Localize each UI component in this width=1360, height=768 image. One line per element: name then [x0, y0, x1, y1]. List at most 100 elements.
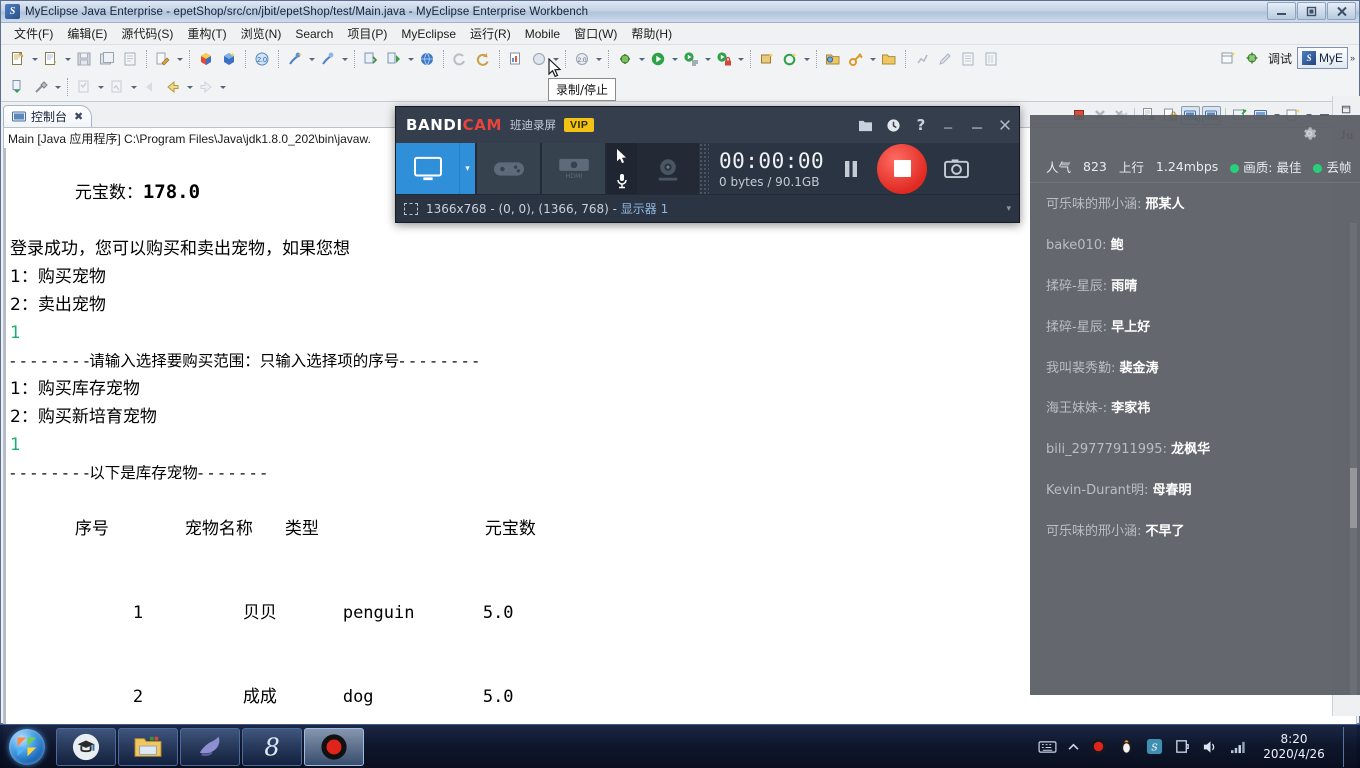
bandicam-target-bar[interactable]: 1366x768 - (0, 0), (1366, 768) - 显示器 1 ▾ [396, 194, 1019, 222]
volume-icon[interactable] [1202, 739, 1219, 755]
run-icon[interactable] [647, 48, 669, 70]
game-mode-button[interactable] [477, 143, 540, 194]
tab-close-icon[interactable]: ✖ [74, 110, 83, 123]
microphone-toggle-icon[interactable] [607, 169, 637, 195]
web-20-dropdown[interactable] [594, 48, 603, 70]
view-paragraph-icon[interactable] [980, 48, 1002, 70]
restore-button[interactable] [1297, 2, 1326, 20]
settings-gear-icon[interactable] [1301, 125, 1318, 142]
menu-file[interactable]: 文件(F) [7, 23, 60, 44]
target-area-dropdown[interactable]: ▾ [1006, 203, 1011, 214]
debug-run-icon[interactable] [614, 48, 636, 70]
run-config-dropdown[interactable] [406, 48, 415, 70]
run-dropdown[interactable] [670, 48, 679, 70]
back-arrow-icon[interactable] [162, 76, 184, 98]
minimize-button[interactable] [1267, 2, 1296, 20]
prev-annotation-dropdown[interactable] [129, 76, 138, 98]
camera-icon[interactable] [936, 143, 976, 194]
deploy-icon[interactable] [195, 48, 217, 70]
new-class-dropdown[interactable] [340, 48, 349, 70]
back-arrow-dropdown[interactable] [185, 76, 194, 98]
view-list-icon[interactable] [957, 48, 979, 70]
clock-icon[interactable] [885, 117, 901, 133]
build-dropdown[interactable] [175, 48, 184, 70]
power-plug-icon[interactable] [1174, 738, 1191, 755]
new-report-icon[interactable] [505, 48, 527, 70]
menu-mobile[interactable]: Mobile [518, 25, 567, 43]
new-package-icon[interactable] [756, 48, 778, 70]
tray-minimize-icon[interactable] [941, 117, 957, 133]
pencil-icon[interactable] [934, 48, 956, 70]
deploy-run-icon[interactable] [218, 48, 240, 70]
menu-window[interactable]: 窗口(W) [567, 23, 624, 44]
webcam-preview-button[interactable] [637, 143, 699, 194]
screen-mode-button[interactable] [396, 143, 459, 194]
menu-refactor[interactable]: 重构(T) [180, 23, 233, 44]
key-dropdown[interactable] [868, 48, 877, 70]
perspective-more-chevron[interactable]: » [1350, 53, 1355, 63]
taskbar-item-number-eight-app[interactable]: 8 [242, 727, 302, 766]
cursor-toggle-icon[interactable] [607, 143, 637, 169]
db-browser-icon[interactable] [528, 48, 550, 70]
taskbar-item-file-explorer[interactable] [118, 727, 178, 766]
keyboard-ime-icon[interactable] [1038, 740, 1057, 754]
pause-button[interactable] [834, 143, 868, 194]
run-last-tool-icon[interactable] [7, 76, 29, 98]
taskbar-clock[interactable]: 8:20 2020/4/26 [1258, 732, 1326, 762]
run-external-dropdown[interactable] [703, 48, 712, 70]
run-config-icon[interactable] [383, 48, 405, 70]
menu-navigate[interactable]: 浏览(N) [234, 23, 289, 44]
sogou-input-icon[interactable]: S [1146, 738, 1163, 755]
live-chat-list[interactable]: 可乐味的邢小涵: 邢某人 bake010: 鲍 揉碎-星辰: 雨晴 揉碎-星辰:… [1030, 183, 1360, 695]
menu-myeclipse[interactable]: MyEclipse [394, 25, 463, 43]
menu-project[interactable]: 项目(P) [340, 23, 394, 44]
run-secure-dropdown[interactable] [736, 48, 745, 70]
taskbar-item-bandicam-app[interactable] [304, 727, 364, 766]
open-folder-icon[interactable] [822, 48, 844, 70]
close-button[interactable] [1327, 2, 1356, 20]
network-signal-icon[interactable] [1230, 740, 1247, 754]
key-icon[interactable] [845, 48, 867, 70]
close-icon[interactable] [997, 117, 1013, 133]
show-desktop-button[interactable] [1343, 726, 1352, 767]
refresh-icon[interactable] [472, 48, 494, 70]
next-annotation-icon[interactable] [73, 76, 95, 98]
menu-edit[interactable]: 编辑(E) [60, 23, 114, 44]
new-object-icon[interactable] [779, 48, 801, 70]
taskbar-item-graduation-cap-app[interactable] [56, 727, 116, 766]
run-secure-icon[interactable] [713, 48, 735, 70]
new-java-project-icon[interactable] [284, 48, 306, 70]
record-stop-button[interactable] [877, 143, 928, 194]
save-icon[interactable] [73, 48, 95, 70]
menu-source[interactable]: 源代码(S) [114, 23, 180, 44]
forward-arrow-dropdown[interactable] [218, 76, 227, 98]
drag-handle-dots[interactable] [699, 143, 709, 194]
folder-icon[interactable] [857, 117, 873, 133]
next-annotation-dropdown[interactable] [96, 76, 105, 98]
forward-arrow-icon[interactable] [195, 76, 217, 98]
open-perspective-icon[interactable] [1217, 47, 1239, 69]
new-file-dropdown[interactable] [63, 48, 72, 70]
new-class-icon[interactable] [317, 48, 339, 70]
vip-badge[interactable]: VIP [564, 118, 595, 132]
bandicam-tray-icon[interactable] [1090, 738, 1107, 755]
menu-search[interactable]: Search [288, 25, 340, 43]
new-wizard-dropdown[interactable] [30, 48, 39, 70]
globe-icon[interactable] [416, 48, 438, 70]
dropframe-indicator[interactable]: 丢帧 [1313, 157, 1351, 176]
taskbar-item-dolphin-app[interactable] [180, 727, 240, 766]
build-icon[interactable] [152, 48, 174, 70]
back-history-icon[interactable] [139, 76, 161, 98]
hdmi-device-mode-button[interactable]: HDMI [542, 143, 605, 194]
new-java-project-dropdown[interactable] [307, 48, 316, 70]
minimize-icon[interactable] [969, 117, 985, 133]
show-hidden-icons-chevron[interactable] [1068, 743, 1079, 751]
hammer-build-icon[interactable] [30, 76, 52, 98]
web-browser-icon[interactable]: 2.0 [251, 48, 273, 70]
debug-perspective-icon[interactable] [1241, 47, 1263, 69]
start-button[interactable] [0, 726, 54, 768]
profile-icon[interactable] [911, 48, 933, 70]
tab-console[interactable]: 控制台 ✖ [3, 105, 93, 127]
perspective-debug-label[interactable]: 调试 [1265, 50, 1295, 67]
web-20-icon[interactable]: 2.0 [571, 48, 593, 70]
